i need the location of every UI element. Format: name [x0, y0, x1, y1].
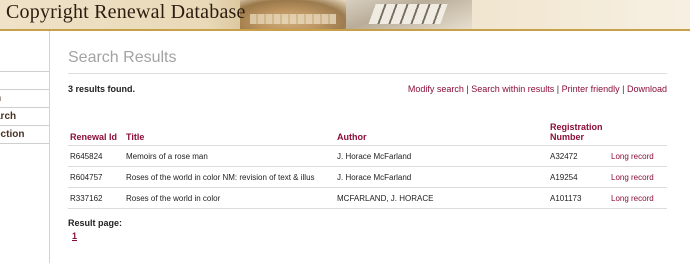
sidebar-divider	[0, 143, 49, 144]
table-row: R604757 Roses of the world in color NM: …	[68, 166, 667, 188]
long-record-cell: Long record	[609, 187, 667, 209]
table-row: R337162 Roses of the world in color MCFA…	[68, 187, 667, 209]
title-cell: Memoirs of a rose man	[124, 145, 335, 167]
printer-friendly-link[interactable]: Printer friendly	[562, 84, 620, 94]
header-keyboard-image	[346, 0, 472, 29]
result-page-label: Result page:	[68, 218, 123, 228]
page-1-link[interactable]: 1	[72, 231, 77, 241]
long-record-link[interactable]: Long record	[611, 152, 654, 161]
sidebar-item-2[interactable]: arch	[0, 111, 55, 122]
long-record-link[interactable]: Long record	[611, 194, 654, 203]
long-record-link[interactable]: Long record	[611, 173, 654, 182]
sidebar-divider	[0, 89, 49, 90]
page-title: Search Results	[68, 49, 177, 66]
table-header-row: Renewal Id Title Author Registration Num…	[68, 115, 667, 146]
author-cell: MCFARLAND, J. HORACE	[335, 187, 548, 209]
author-cell: J. Horace McFarland	[335, 145, 548, 167]
column-header-author[interactable]: Author	[335, 115, 548, 146]
sidebar: n arch ection	[0, 31, 50, 263]
renewal-id-cell: R604757	[68, 166, 124, 188]
results-count: 3 results found.	[68, 84, 136, 94]
sidebar-item-3[interactable]: ection	[0, 129, 55, 140]
sidebar-divider	[0, 71, 49, 72]
site-title: Copyright Renewal Database	[6, 1, 246, 23]
long-record-cell: Long record	[609, 166, 667, 188]
table-row: R645824 Memoirs of a rose man J. Horace …	[68, 145, 667, 167]
registration-cell: A19254	[548, 166, 609, 188]
sidebar-divider	[0, 125, 49, 126]
sidebar-divider	[0, 107, 49, 108]
results-table: Renewal Id Title Author Registration Num…	[68, 115, 667, 209]
search-within-results-link[interactable]: Search within results	[471, 84, 554, 94]
registration-cell: A101173	[548, 187, 609, 209]
renewal-id-cell: R337162	[68, 187, 124, 209]
column-header-actions	[609, 115, 667, 146]
column-header-registration-number[interactable]: Registration Number	[548, 115, 609, 146]
sidebar-item-1[interactable]: n	[0, 93, 55, 104]
results-actions: Modify search | Search within results | …	[408, 84, 667, 94]
header-divider	[0, 29, 690, 31]
title-cell: Roses of the world in color	[124, 187, 335, 209]
long-record-cell: Long record	[609, 145, 667, 167]
registration-cell: A32472	[548, 145, 609, 167]
site-header: Copyright Renewal Database	[0, 0, 690, 29]
column-header-renewal-id[interactable]: Renewal Id	[68, 115, 124, 146]
author-cell: J. Horace McFarland	[335, 166, 548, 188]
download-link[interactable]: Download	[627, 84, 667, 94]
header-book-image	[240, 0, 346, 29]
modify-search-link[interactable]: Modify search	[408, 84, 464, 94]
title-cell: Roses of the world in color NM: revision…	[124, 166, 335, 188]
renewal-id-cell: R645824	[68, 145, 124, 167]
link-separator: |	[554, 84, 562, 94]
title-divider	[68, 73, 667, 74]
column-header-title[interactable]: Title	[124, 115, 335, 146]
link-separator: |	[619, 84, 627, 94]
